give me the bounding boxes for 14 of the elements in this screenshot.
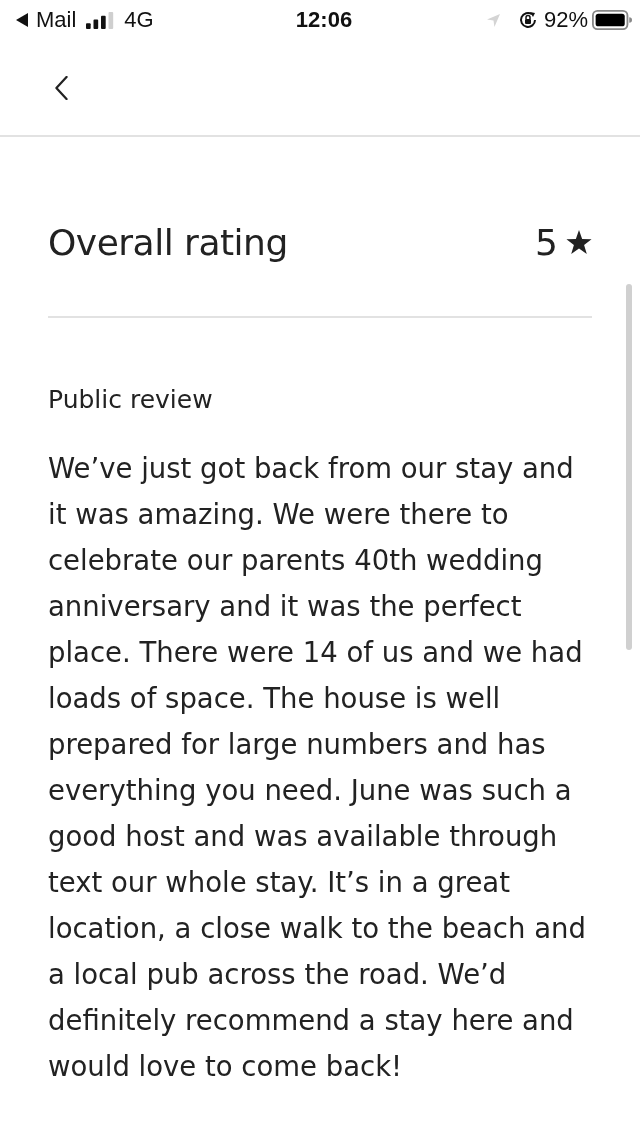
back-app-label[interactable]: Mail <box>36 7 77 33</box>
location-arrow-icon <box>486 13 500 27</box>
rating-value: 5 <box>535 221 558 263</box>
battery-percentage: 92% <box>543 7 588 33</box>
rotation-lock-icon <box>517 10 538 30</box>
battery-icon <box>592 10 632 30</box>
chevron-left-icon <box>54 75 68 100</box>
star-icon <box>566 229 592 255</box>
clock-time: 12:06 <box>295 7 353 33</box>
back-triangle-icon <box>16 13 28 27</box>
overall-rating-title: Overall rating <box>48 221 288 263</box>
review-text: We’ve just got back from our stay and it was amazing. We were there to celebrate our parents 40th wedding anniversary and it was the perfect place. There were 14 of us and we had loads of space. The house is well prepared for large numbers and has everything you need. June was such a good host and was available through text our whole stay. It’s in a great location, a close walk to the beach and a local pub across the road. We’d definitely recommend a stay here and would love to come back! <box>48 451 587 1084</box>
public-review-heading: Public review <box>48 384 213 416</box>
network-label: 4G <box>124 7 154 33</box>
